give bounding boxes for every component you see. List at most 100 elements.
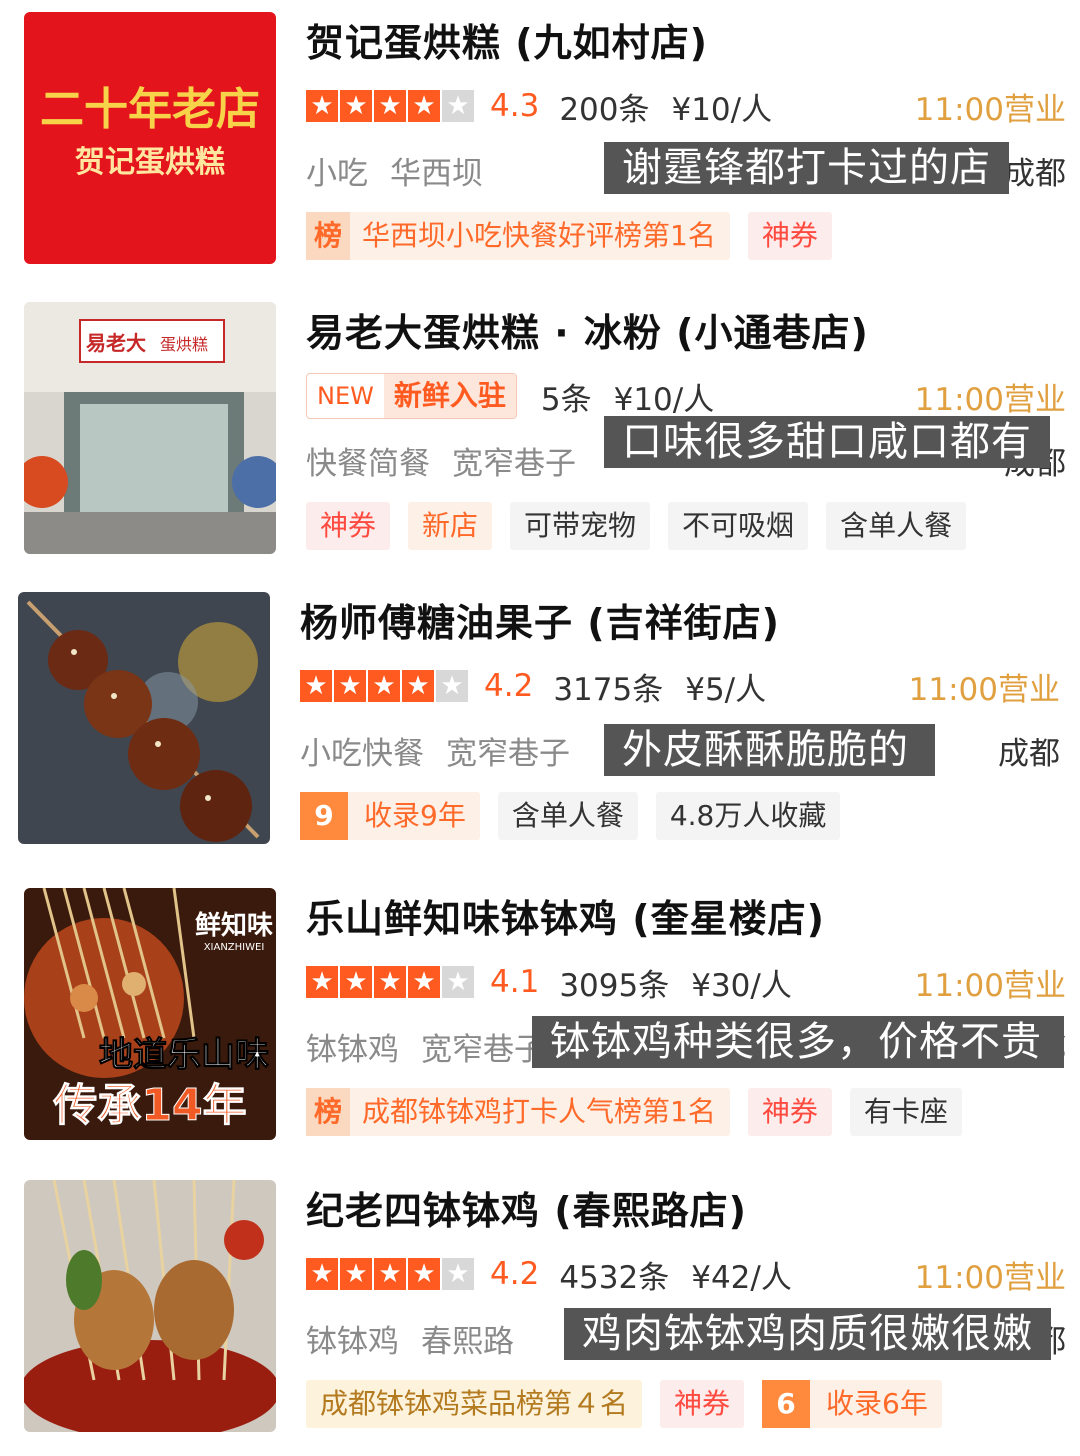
rating-stars xyxy=(306,1258,474,1290)
area: 华西坝 xyxy=(390,155,483,192)
feature-badge[interactable]: 含单人餐 xyxy=(497,792,638,840)
thumb-title: 易老大 xyxy=(86,331,146,355)
caption-overlay: 鸡肉钵钵鸡肉质很嫩很嫩 xyxy=(564,1308,1051,1360)
thumb-title: 二十年老店 xyxy=(40,84,260,135)
caption-overlay: 谢霆锋都打卡过的店 xyxy=(604,142,1009,194)
coupon-badge[interactable]: 神券 xyxy=(306,502,391,550)
favorites-badge[interactable]: 4.8万人收藏 xyxy=(655,792,841,840)
category: 小吃 xyxy=(306,155,368,192)
review-count: 3095条 xyxy=(559,967,670,1004)
star-icon xyxy=(408,90,440,122)
years-listed-badge[interactable]: 6 收录6年 xyxy=(762,1380,942,1428)
star-icon xyxy=(340,1258,372,1290)
rating-stars xyxy=(306,90,474,122)
rating-score: 4.1 xyxy=(490,964,540,1000)
years-label: 收录9年 xyxy=(364,799,466,832)
shop-name[interactable]: 杨师傅糖油果子 (吉祥街店) xyxy=(300,592,780,647)
rank-icon: 榜 xyxy=(306,1088,350,1136)
new-shop-tag: NEW 新鲜入驻 xyxy=(306,373,517,419)
city: 成都 xyxy=(998,735,1060,772)
star-icon xyxy=(306,1258,338,1290)
ranking-label: 华西坝小吃快餐好评榜第1名 xyxy=(362,219,716,252)
years-number: 6 xyxy=(762,1380,811,1428)
star-icon xyxy=(402,670,434,702)
category: 钵钵鸡 xyxy=(306,1031,399,1068)
caption-overlay: 钵钵鸡种类很多，价格不贵 xyxy=(532,1016,1064,1068)
review-count: 200条 xyxy=(559,91,650,128)
area: 宽窄巷子 xyxy=(421,1031,545,1068)
avg-price: ¥5/人 xyxy=(685,671,767,708)
category: 钵钵鸡 xyxy=(306,1323,399,1360)
star-icon xyxy=(306,90,338,122)
shop-photo[interactable] xyxy=(18,592,270,844)
avg-price: ¥10/人 xyxy=(613,381,715,418)
rating-score: 4.2 xyxy=(490,1256,540,1292)
shop-name[interactable]: 贺记蛋烘糕 (九如村店) xyxy=(306,12,708,67)
rating-stars xyxy=(306,966,474,998)
star-icon xyxy=(368,670,400,702)
star-icon xyxy=(374,1258,406,1290)
star-icon xyxy=(300,670,332,702)
shop-photo[interactable]: 鲜知味 XIANZHIWEI 地道乐山味 传承14年 xyxy=(24,888,276,1140)
years-number: 9 xyxy=(300,792,348,840)
opening-hours: 11:00营业 xyxy=(914,381,1066,418)
coupon-badge[interactable]: 神券 xyxy=(660,1380,745,1428)
star-empty-icon xyxy=(436,670,468,702)
shop-card[interactable]: 纪老四钵钵鸡 (春熙路店) 4.2 4532条 ¥42/人 11:00营业 钵钵… xyxy=(0,1168,1080,1456)
coupon-badge[interactable]: 神券 xyxy=(747,212,832,260)
star-empty-icon xyxy=(442,966,474,998)
coupon-badge[interactable]: 神券 xyxy=(747,1088,832,1136)
thumb-subtitle: 蛋烘糕 xyxy=(160,335,208,354)
avg-price: ¥42/人 xyxy=(691,1259,792,1296)
star-icon xyxy=(374,90,406,122)
ranking-label: 成都钵钵鸡打卡人气榜第1名 xyxy=(362,1095,716,1128)
shop-card[interactable]: 易老大 蛋烘糕 易老大蛋烘糕 · 冰粉 (小通巷店) NEW 新鲜入驻 5条 ¥1… xyxy=(0,290,1080,578)
shop-card[interactable]: 杨师傅糖油果子 (吉祥街店) 4.2 3175条 ¥5/人 11:00营业 小吃… xyxy=(0,580,1080,868)
ranking-badge[interactable]: 成都钵钵鸡菜品榜第４名 xyxy=(306,1380,643,1428)
opening-hours: 11:00营业 xyxy=(914,1259,1066,1296)
star-icon xyxy=(408,1258,440,1290)
star-icon xyxy=(408,966,440,998)
ranking-badge[interactable]: 榜华西坝小吃快餐好评榜第1名 xyxy=(306,212,730,260)
rating-stars xyxy=(300,670,468,702)
shop-card[interactable]: 二十年老店 贺记蛋烘糕 贺记蛋烘糕 (九如村店) 4.3 200条 ¥10/人 … xyxy=(0,0,1080,288)
feature-badge[interactable]: 含单人餐 xyxy=(826,502,967,550)
feature-badge[interactable]: 有卡座 xyxy=(849,1088,962,1136)
shop-name[interactable]: 易老大蛋烘糕 · 冰粉 (小通巷店) xyxy=(306,302,869,357)
thumb-slogan: 地道乐山味 xyxy=(99,1035,269,1075)
years-listed-badge[interactable]: 9 收录9年 xyxy=(300,792,480,840)
star-icon xyxy=(334,670,366,702)
area: 宽窄巷子 xyxy=(446,735,570,772)
opening-hours: 11:00营业 xyxy=(908,671,1060,708)
new-store-badge[interactable]: 新店 xyxy=(408,502,493,550)
star-empty-icon xyxy=(442,90,474,122)
category: 小吃快餐 xyxy=(300,735,424,772)
star-icon xyxy=(374,966,406,998)
star-icon xyxy=(340,90,372,122)
star-empty-icon xyxy=(442,1258,474,1290)
avg-price: ¥10/人 xyxy=(671,91,773,128)
rating-score: 4.2 xyxy=(484,668,534,704)
area: 宽窄巷子 xyxy=(452,445,576,482)
caption-overlay: 外皮酥酥脆脆的 xyxy=(604,724,935,776)
feature-badge[interactable]: 可带宠物 xyxy=(510,502,651,550)
shop-photo[interactable]: 易老大 蛋烘糕 xyxy=(24,302,276,554)
review-count: 4532条 xyxy=(559,1259,670,1296)
ranking-badge[interactable]: 榜成都钵钵鸡打卡人气榜第1名 xyxy=(306,1088,730,1136)
avg-price: ¥30/人 xyxy=(691,967,792,1004)
years-label: 收录6年 xyxy=(826,1387,928,1420)
review-count: 3175条 xyxy=(553,671,664,708)
feature-badge[interactable]: 不可吸烟 xyxy=(668,502,809,550)
thumb-years: 传承14年 xyxy=(52,1080,246,1131)
opening-hours: 11:00营业 xyxy=(914,91,1066,128)
city: 成都 xyxy=(1004,155,1066,192)
rank-icon: 榜 xyxy=(306,212,350,260)
shop-name[interactable]: 纪老四钵钵鸡 (春熙路店) xyxy=(306,1180,747,1235)
fresh-label: 新鲜入驻 xyxy=(383,374,516,418)
new-label: NEW xyxy=(307,382,384,410)
shop-card[interactable]: 鲜知味 XIANZHIWEI 地道乐山味 传承14年 乐山鲜知味钵钵鸡 (奎星楼… xyxy=(0,876,1080,1164)
shop-name[interactable]: 乐山鲜知味钵钵鸡 (奎星楼店) xyxy=(306,888,825,943)
star-icon xyxy=(306,966,338,998)
shop-photo[interactable] xyxy=(24,1180,276,1432)
shop-photo[interactable]: 二十年老店 贺记蛋烘糕 xyxy=(24,12,276,264)
